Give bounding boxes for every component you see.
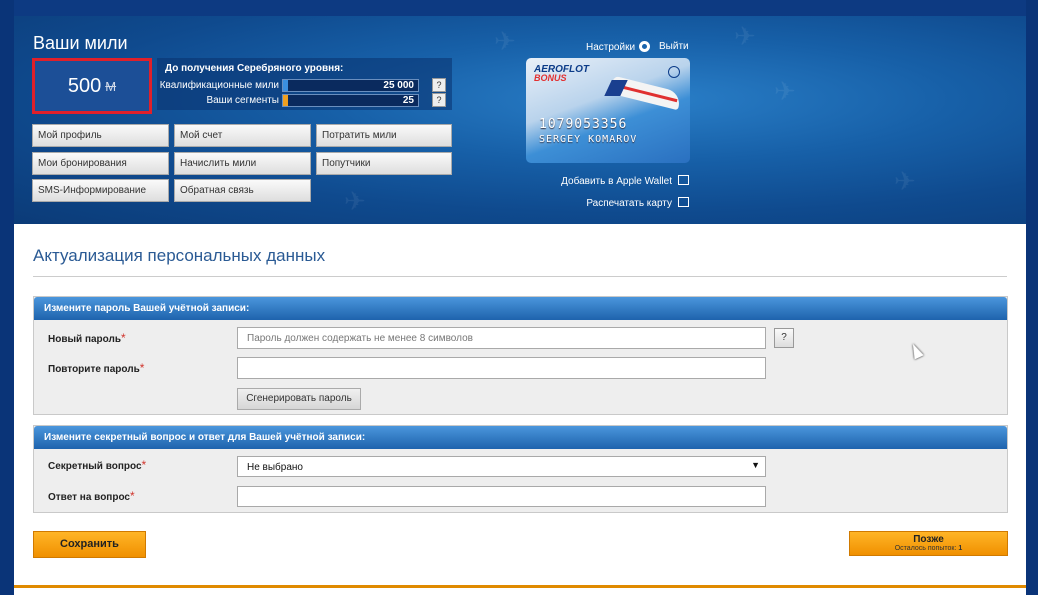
secret-answer-label: Ответ на вопрос* [48, 489, 135, 503]
secret-answer-label-text: Ответ на вопрос [48, 492, 130, 503]
repeat-password-label: Повторите пароль* [48, 361, 144, 375]
segments-fill [283, 95, 288, 106]
password-help-button[interactable]: ? [774, 328, 794, 348]
menu-my-account-button[interactable]: Мой счет [174, 124, 311, 147]
print-card-link[interactable]: Распечатать карту [586, 197, 689, 209]
aeroflot-logo-icon [668, 66, 680, 78]
qualifying-miles-label: Квалификационные мили [159, 80, 279, 91]
password-section: Измените пароль Вашей учётной записи: Но… [33, 296, 1008, 415]
card-brand-bonus: BONUS [534, 73, 567, 83]
settings-label: Настройки [586, 42, 636, 53]
dropdown-arrow-icon: ▼ [751, 460, 760, 470]
print-card-label: Распечатать карту [586, 198, 672, 209]
later-label: Позже [913, 534, 944, 545]
segments-row: Ваши сегменты 25 ? [157, 93, 452, 108]
card-number: 1079053356 [539, 117, 628, 132]
required-mark: * [139, 361, 145, 375]
save-button[interactable]: Сохранить [33, 531, 146, 558]
secret-question-label: Секретный вопрос* [48, 458, 146, 472]
attempts-label: Осталось попыток: [894, 545, 957, 552]
segments-label: Ваши сегменты [206, 95, 279, 106]
menu-spend-miles-button[interactable]: Потратить мили [316, 124, 452, 147]
qualifying-miles-value: 25 000 [383, 80, 414, 91]
segments-value: 25 [402, 95, 414, 106]
new-password-input[interactable]: Пароль должен содержать не менее 8 симво… [237, 327, 766, 349]
printer-icon [678, 197, 689, 207]
segments-bar: 25 [282, 94, 419, 107]
qualifying-miles-help-button[interactable]: ? [432, 78, 446, 92]
gear-icon [639, 41, 651, 52]
new-password-label-text: Новый пароль [48, 334, 122, 345]
secret-section-header: Измените секретный вопрос и ответ для Ва… [34, 426, 1007, 449]
settings-link[interactable]: Настройки [586, 41, 651, 53]
repeat-password-input[interactable] [237, 357, 766, 379]
menu-feedback-button[interactable]: Обратная связь [174, 179, 311, 202]
secret-question-value: Не выбрано [247, 462, 303, 473]
qualifying-miles-row: Квалификационные мили 25 000 ? [157, 78, 452, 93]
password-section-header: Измените пароль Вашей учётной записи: [34, 297, 1007, 320]
required-mark: * [121, 331, 126, 345]
title-divider [33, 276, 1007, 277]
outer-left-border [0, 0, 14, 595]
silver-level-title: До получения Серебряного уровня: [165, 63, 344, 74]
miles-title: Ваши мили [33, 33, 128, 53]
miles-unit-icon: M [105, 78, 117, 94]
generate-password-button[interactable]: Сгенерировать пароль [237, 388, 361, 410]
menu-earn-miles-button[interactable]: Начислить мили [174, 152, 311, 175]
attempts-remaining: Осталось попыток: 1 [850, 545, 1007, 552]
miles-balance: 500 M [32, 58, 152, 114]
later-button[interactable]: Позже Осталось попыток: 1 [849, 531, 1008, 556]
miles-value: 500 [67, 74, 102, 97]
plane-decoration-icon: ✈ [344, 186, 366, 216]
wallet-icon [678, 175, 689, 185]
logout-link[interactable]: Выйти [659, 41, 689, 52]
plane-decoration-icon: ✈ [494, 26, 516, 56]
account-header: ✈ ✈ ✈ ✈ ✈ Ваши мили 500 M До получения С… [14, 16, 1026, 224]
required-mark: * [130, 489, 135, 503]
menu-my-bookings-button[interactable]: Мои бронирования [32, 152, 169, 175]
plane-decoration-icon: ✈ [774, 76, 796, 106]
plane-decoration-icon: ✈ [894, 166, 916, 196]
repeat-password-label-text: Повторите пароль [48, 364, 140, 375]
secret-answer-input[interactable] [237, 486, 766, 507]
silver-level-progress: До получения Серебряного уровня: Квалифи… [157, 58, 452, 110]
segments-help-button[interactable]: ? [432, 93, 446, 107]
secret-question-section: Измените секретный вопрос и ответ для Ва… [33, 425, 1008, 513]
card-holder: SERGEY KOMAROV [539, 134, 638, 145]
bottom-accent-line [14, 585, 1026, 588]
outer-right-border [1026, 0, 1038, 595]
qualifying-miles-fill [283, 80, 288, 91]
required-mark: * [141, 458, 147, 472]
qualifying-miles-bar: 25 000 [282, 79, 419, 92]
plane-decoration-icon: ✈ [734, 21, 756, 51]
attempts-value: 1 [958, 545, 963, 552]
page-frame: ✈ ✈ ✈ ✈ ✈ Ваши мили 500 M До получения С… [14, 16, 1026, 595]
apple-wallet-link[interactable]: Добавить в Apple Wallet [561, 175, 689, 187]
menu-companions-button[interactable]: Попутчики [316, 152, 452, 175]
menu-sms-info-button[interactable]: SMS-Информирование [32, 179, 169, 202]
loyalty-card: AEROFLOT BONUS 1079053356 SERGEY KOMAROV [526, 58, 690, 163]
new-password-label: Новый пароль* [48, 331, 126, 345]
page-title: Актуализация персональных данных [33, 246, 326, 265]
menu-my-profile-button[interactable]: Мой профиль [32, 124, 169, 147]
apple-wallet-label: Добавить в Apple Wallet [561, 176, 672, 187]
secret-question-label-text: Секретный вопрос [48, 461, 142, 472]
secret-question-select[interactable]: Не выбрано ▼ [237, 456, 766, 477]
